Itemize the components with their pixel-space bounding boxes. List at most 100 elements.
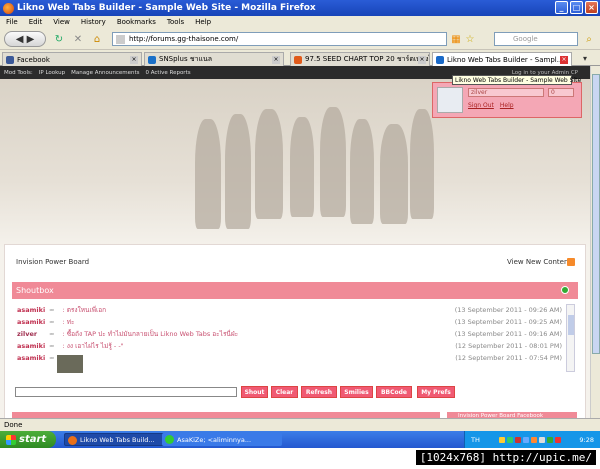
tray-icon[interactable] bbox=[538, 436, 545, 443]
tray-icon[interactable] bbox=[506, 436, 513, 443]
page-scrollbar[interactable] bbox=[590, 66, 600, 418]
shout-button[interactable]: Shout bbox=[241, 386, 268, 398]
refresh-button[interactable]: Refresh bbox=[301, 386, 337, 398]
maximize-button[interactable]: □ bbox=[570, 1, 583, 14]
tab-label: Facebook bbox=[17, 55, 50, 64]
shoutbox-scrollbar[interactable] bbox=[566, 304, 575, 372]
url-text: http://forums.gg-thaisone.com/ bbox=[129, 35, 239, 43]
url-bar[interactable]: http://forums.gg-thaisone.com/ bbox=[112, 32, 447, 46]
tab-close-icon[interactable]: × bbox=[272, 56, 280, 64]
search-go-icon[interactable]: ⌕ bbox=[582, 31, 596, 47]
collapse-toggle-icon[interactable] bbox=[561, 286, 569, 294]
tray-icon[interactable] bbox=[514, 436, 521, 443]
tab-facebook[interactable]: Facebook × bbox=[2, 52, 142, 66]
site-favicon bbox=[116, 35, 125, 44]
tab-likno-active[interactable]: Likno Web Tabs Builder - Sampl... × bbox=[432, 52, 572, 67]
stop-icon[interactable]: ✕ bbox=[71, 31, 85, 47]
shout-image-thumbnail[interactable] bbox=[57, 355, 83, 373]
tab-close-icon[interactable]: × bbox=[130, 56, 138, 64]
shout-message: : ท่ะ bbox=[62, 318, 75, 326]
watermark: [1024x768] http://upic.me/ bbox=[415, 450, 596, 465]
menu-edit[interactable]: Edit bbox=[29, 18, 43, 26]
shout-user[interactable]: asamiki bbox=[17, 318, 47, 326]
avatar[interactable] bbox=[437, 87, 463, 113]
breadcrumb[interactable]: Invision Power Board bbox=[16, 258, 89, 266]
rss-icon[interactable]: ▦ bbox=[450, 31, 462, 47]
tab-list-icon[interactable]: ▾ bbox=[578, 51, 592, 65]
blogger-icon bbox=[294, 56, 302, 64]
bbcode-button[interactable]: BBCode bbox=[376, 386, 412, 398]
menu-help[interactable]: Help bbox=[195, 18, 211, 26]
tab-strip: Facebook × SNSplus ชาแนล × 97.5 SEED CHA… bbox=[0, 50, 600, 67]
close-button[interactable]: × bbox=[585, 1, 598, 14]
menu-tools[interactable]: Tools bbox=[167, 18, 184, 26]
system-tray: TH 9:28 bbox=[464, 431, 600, 448]
facebook-icon bbox=[6, 56, 14, 64]
scrollbar-thumb[interactable] bbox=[568, 315, 574, 335]
title-bar: Likno Web Tabs Builder - Sample Web Site… bbox=[0, 0, 600, 16]
manage-announcements-link[interactable]: Manage Announcements bbox=[71, 70, 139, 76]
snsplus-icon bbox=[148, 56, 156, 64]
shout-time: (12 September 2011 - 07:54 PM) bbox=[455, 354, 562, 362]
messenger-icon bbox=[165, 435, 174, 444]
start-label: start bbox=[19, 434, 47, 445]
view-new-content-link[interactable]: View New Content bbox=[507, 258, 571, 266]
navigation-toolbar: ◀ ▶ ↻ ✕ ⌂ http://forums.gg-thaisone.com/… bbox=[0, 28, 600, 50]
minimize-button[interactable]: _ bbox=[555, 1, 568, 14]
tab-snsplus[interactable]: SNSplus ชาแนล × bbox=[144, 52, 284, 66]
sign-out-link[interactable]: Sign Out bbox=[468, 102, 494, 109]
shout-row: asamiki ≈ (12 September 2011 - 07:54 PM) bbox=[17, 354, 562, 362]
language-indicator[interactable]: TH bbox=[471, 436, 480, 444]
tab-close-icon[interactable]: × bbox=[560, 56, 568, 64]
likno-icon bbox=[436, 56, 444, 64]
task-label: Likno Web Tabs Build... bbox=[80, 435, 155, 444]
shout-time: (12 September 2011 - 08:01 PM) bbox=[455, 342, 562, 350]
clock[interactable]: 9:28 bbox=[579, 436, 594, 444]
shout-input[interactable] bbox=[15, 387, 237, 397]
tray-icon[interactable] bbox=[554, 436, 561, 443]
start-button[interactable]: start bbox=[0, 431, 56, 448]
star-icon[interactable]: ☆ bbox=[464, 31, 476, 47]
shout-user[interactable]: zilver bbox=[17, 330, 47, 338]
active-reports-link[interactable]: 0 Active Reports bbox=[145, 70, 190, 76]
scrollbar-thumb[interactable] bbox=[592, 74, 600, 354]
window-title: Likno Web Tabs Builder - Sample Web Site… bbox=[17, 3, 316, 13]
ip-lookup-link[interactable]: IP Lookup bbox=[39, 70, 65, 76]
tray-icon[interactable] bbox=[498, 436, 505, 443]
username-dropdown[interactable]: zilver bbox=[468, 88, 544, 97]
shout-user[interactable]: asamiki bbox=[17, 354, 47, 362]
help-link[interactable]: Help bbox=[500, 102, 514, 109]
menu-view[interactable]: View bbox=[53, 18, 70, 26]
clear-button[interactable]: Clear bbox=[271, 386, 298, 398]
my-prefs-button[interactable]: My Prefs bbox=[417, 386, 455, 398]
tray-icon[interactable] bbox=[522, 436, 529, 443]
shout-user[interactable]: asamiki bbox=[17, 306, 47, 314]
shout-user[interactable]: asamiki bbox=[17, 342, 47, 350]
shout-row: asamiki ≈ : ท่ะ (13 September 2011 - 09:2… bbox=[17, 318, 562, 326]
status-text: Done bbox=[4, 421, 23, 429]
tray-icon[interactable] bbox=[546, 436, 553, 443]
menu-bookmarks[interactable]: Bookmarks bbox=[117, 18, 156, 26]
tab-seed-chart[interactable]: 97.5 SEED CHART TOP 20 ชาร์ตเพลงไ... × bbox=[290, 52, 430, 66]
rss-icon[interactable] bbox=[567, 258, 575, 266]
taskbar-chat[interactable]: AsaKiZe; <aliminnya... bbox=[162, 433, 282, 446]
firefox-icon bbox=[3, 2, 14, 14]
shout-row: asamiki ≈ : งง เอาไฝไร ไม่รู้ - -" (12 Se… bbox=[17, 342, 562, 350]
home-icon[interactable]: ⌂ bbox=[90, 31, 104, 47]
screen: Likno Web Tabs Builder - Sample Web Site… bbox=[0, 0, 600, 469]
shoutbox-title: Shoutbox bbox=[16, 286, 54, 295]
notification-count[interactable]: 0 bbox=[548, 88, 574, 97]
task-label: AsaKiZe; <aliminnya... bbox=[177, 435, 252, 444]
tab-label: Likno Web Tabs Builder - Sampl... bbox=[447, 56, 564, 64]
tray-icon[interactable] bbox=[530, 436, 537, 443]
tab-close-icon[interactable]: × bbox=[418, 56, 426, 64]
smilies-button[interactable]: Smilies bbox=[340, 386, 373, 398]
mod-tools-label: Mod Tools: bbox=[4, 69, 33, 76]
tab-label: SNSplus ชาแนล bbox=[159, 55, 213, 63]
search-input[interactable]: Google bbox=[494, 32, 578, 46]
shout-message: : งง เอาไฝไร ไม่รู้ - -" bbox=[62, 342, 124, 350]
menu-history[interactable]: History bbox=[81, 18, 106, 26]
menu-file[interactable]: File bbox=[6, 18, 18, 26]
reload-icon[interactable]: ↻ bbox=[52, 31, 66, 47]
back-forward-button[interactable]: ◀ ▶ bbox=[4, 31, 46, 47]
